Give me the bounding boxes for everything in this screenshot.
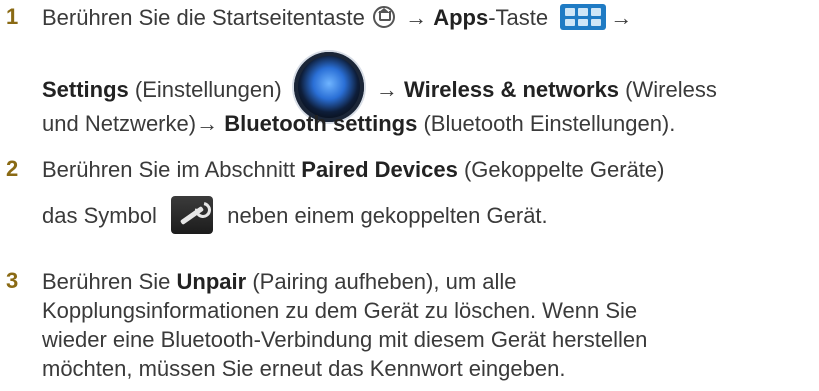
step-3-line-4: möchten, müssen Sie erneut das Kennwort … bbox=[42, 356, 566, 381]
step-number: 1 bbox=[6, 4, 19, 29]
wrench-icon bbox=[171, 196, 214, 235]
paired-devices-label: Paired Devices bbox=[301, 157, 458, 182]
bluetooth-settings-label: Bluetooth settings bbox=[224, 111, 418, 136]
step-1-line-3: und Netzwerke)→ Bluetooth settings (Blue… bbox=[42, 110, 675, 137]
step-text: Berühren Sie die Startseitentaste bbox=[42, 5, 365, 30]
step-number: 3 bbox=[6, 268, 19, 293]
settings-label: Settings bbox=[42, 76, 129, 102]
home-icon bbox=[372, 6, 395, 29]
apps-suffix: -Taste bbox=[488, 5, 549, 30]
apps-icon bbox=[560, 4, 607, 31]
paired-devices-translation: (Gekoppelte Geräte) bbox=[463, 157, 665, 182]
bluetooth-settings-translation: (Bluetooth Einstellungen). bbox=[423, 111, 676, 136]
unpair-label: Unpair bbox=[176, 269, 247, 294]
step-number: 2 bbox=[6, 156, 19, 181]
step-3-line-1: Berühren Sie Unpair (Pairing aufheben), … bbox=[42, 268, 517, 295]
arrow: → bbox=[405, 5, 428, 30]
step-text: Berühren Sie bbox=[42, 269, 171, 294]
step-text: das Symbol bbox=[42, 203, 157, 228]
step-2-line-1: Berühren Sie im Abschnitt Paired Devices… bbox=[42, 156, 664, 183]
wireless-label: Wireless & networks bbox=[404, 76, 620, 102]
step-text: neben einem gekoppelten Gerät. bbox=[227, 203, 548, 228]
step-3-line-3: wieder eine Bluetooth-Verbindung mit die… bbox=[42, 327, 648, 352]
settings-translation: (Einstellungen) bbox=[134, 76, 282, 102]
step-1-line-2: Settings (Einstellungen) → Wireless & ne… bbox=[42, 52, 717, 122]
arrow: → bbox=[375, 76, 398, 102]
unpair-translation: (Pairing aufheben), um alle bbox=[252, 269, 517, 294]
arrow: → bbox=[610, 5, 633, 30]
wireless-translation: (Wireless bbox=[625, 76, 717, 102]
step-text: und Netzwerke)→ bbox=[42, 111, 219, 136]
apps-label: Apps bbox=[433, 5, 489, 30]
step-text: Berühren Sie im Abschnitt bbox=[42, 157, 296, 182]
step-3-line-2: Kopplungsinformationen zu dem Gerät zu l… bbox=[42, 298, 638, 323]
step-2-line-2: das Symbol neben einem gekoppelten Gerät… bbox=[42, 196, 548, 236]
step-1-line-1: Berühren Sie die Startseitentaste → Apps… bbox=[42, 4, 632, 34]
